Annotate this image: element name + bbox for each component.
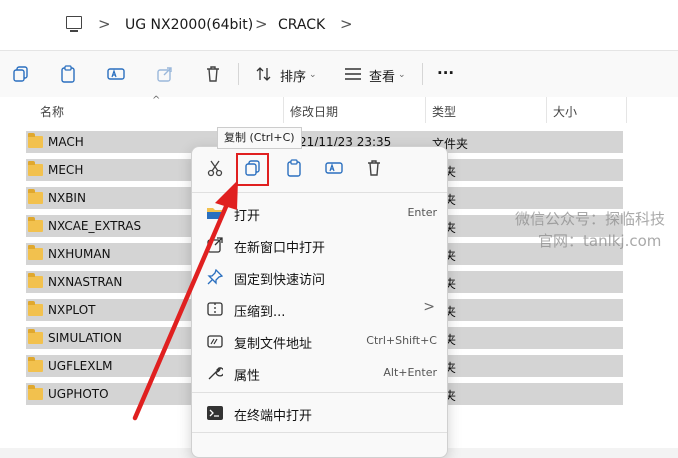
annotation-arrow (132, 180, 238, 421)
